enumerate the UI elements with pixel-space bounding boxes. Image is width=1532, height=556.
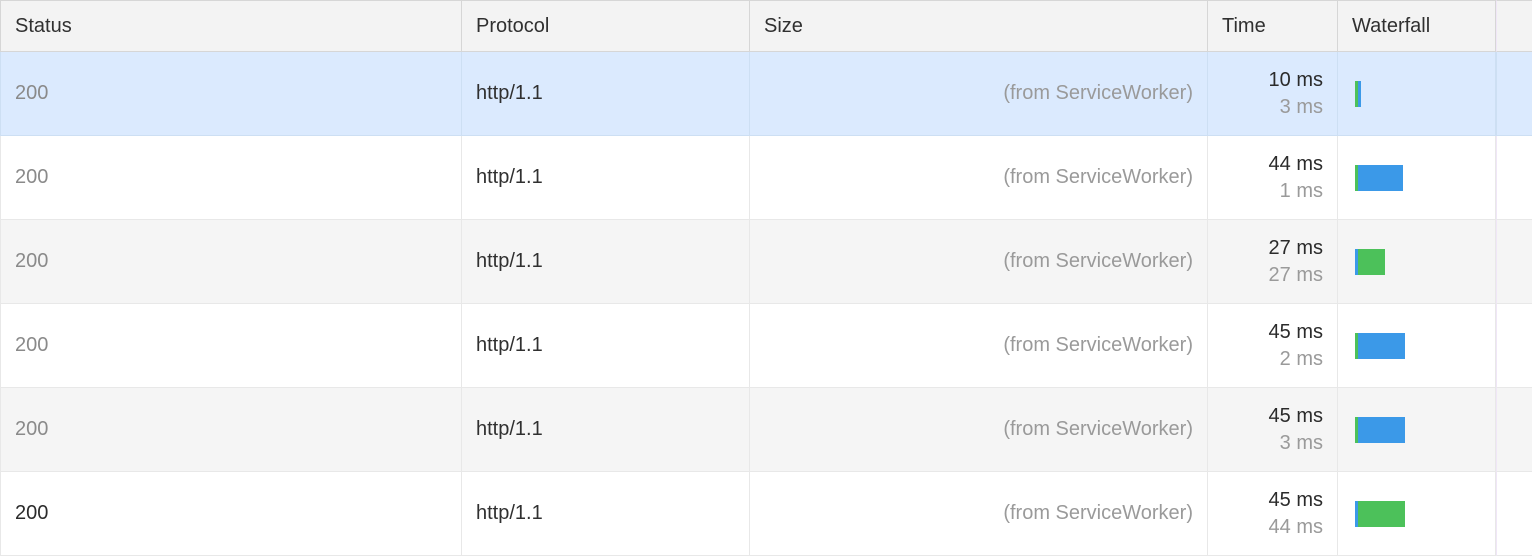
waterfall-bar	[1355, 501, 1405, 527]
cell-status: 200	[0, 472, 462, 556]
cell-time: 45 ms44 ms	[1208, 472, 1338, 556]
table-row[interactable]: 200 http/1.1 (from ServiceWorker) 27 ms27 m…	[0, 220, 1532, 304]
time-latency: 44 ms	[1269, 514, 1323, 541]
time-total: 45 ms	[1269, 487, 1323, 514]
waterfall-track	[1352, 304, 1481, 387]
time-stack: 45 ms3 ms	[1269, 403, 1323, 457]
cell-size: (from ServiceWorker)	[750, 304, 1208, 388]
size-value: (from ServiceWorker)	[1003, 82, 1193, 105]
cell-tail	[1496, 304, 1532, 388]
cell-tail	[1496, 388, 1532, 472]
cell-tail	[1496, 220, 1532, 304]
cell-protocol: http/1.1	[462, 472, 750, 556]
protocol-value: http/1.1	[476, 502, 543, 525]
waterfall-bar	[1355, 165, 1403, 191]
status-value: 200	[15, 502, 48, 525]
cell-waterfall	[1338, 220, 1496, 304]
cell-protocol: http/1.1	[462, 388, 750, 472]
cell-waterfall	[1338, 472, 1496, 556]
table-row[interactable]: 200 http/1.1 (from ServiceWorker) 10 ms3 ms	[0, 52, 1532, 136]
cell-tail	[1496, 52, 1532, 136]
column-header-size[interactable]: Size	[750, 0, 1208, 52]
cell-status: 200	[0, 136, 462, 220]
column-header-protocol[interactable]: Protocol	[462, 0, 750, 52]
waterfall-track	[1352, 388, 1481, 471]
cell-size: (from ServiceWorker)	[750, 472, 1208, 556]
time-stack: 45 ms44 ms	[1269, 487, 1323, 541]
size-value: (from ServiceWorker)	[1003, 166, 1193, 189]
waterfall-track	[1352, 52, 1481, 135]
cell-time: 45 ms2 ms	[1208, 304, 1338, 388]
protocol-value: http/1.1	[476, 418, 543, 441]
time-total: 10 ms	[1269, 67, 1323, 94]
cell-status: 200	[0, 220, 462, 304]
status-value: 200	[15, 334, 48, 357]
time-stack: 44 ms1 ms	[1269, 151, 1323, 205]
waterfall-bar	[1355, 81, 1361, 107]
table-row[interactable]: 200 http/1.1 (from ServiceWorker) 45 ms2 ms	[0, 304, 1532, 388]
cell-tail	[1496, 472, 1532, 556]
waterfall-bar	[1355, 417, 1405, 443]
time-stack: 27 ms27 ms	[1269, 235, 1323, 289]
status-value: 200	[15, 166, 48, 189]
cell-waterfall	[1338, 52, 1496, 136]
time-latency: 3 ms	[1280, 430, 1323, 457]
time-total: 45 ms	[1269, 403, 1323, 430]
protocol-value: http/1.1	[476, 334, 543, 357]
cell-status: 200	[0, 304, 462, 388]
network-table: Status Protocol Size Time Waterfall 200 h…	[0, 0, 1532, 556]
table-row[interactable]: 200 http/1.1 (from ServiceWorker) 45 ms44 m…	[0, 472, 1532, 556]
time-latency: 3 ms	[1280, 94, 1323, 121]
cell-time: 27 ms27 ms	[1208, 220, 1338, 304]
cell-time: 45 ms3 ms	[1208, 388, 1338, 472]
cell-protocol: http/1.1	[462, 220, 750, 304]
protocol-value: http/1.1	[476, 166, 543, 189]
protocol-value: http/1.1	[476, 82, 543, 105]
cell-waterfall	[1338, 304, 1496, 388]
time-latency: 27 ms	[1269, 262, 1323, 289]
cell-size: (from ServiceWorker)	[750, 136, 1208, 220]
cell-status: 200	[0, 388, 462, 472]
cell-waterfall	[1338, 136, 1496, 220]
column-header-waterfall[interactable]: Waterfall	[1338, 0, 1496, 52]
size-value: (from ServiceWorker)	[1003, 334, 1193, 357]
cell-protocol: http/1.1	[462, 52, 750, 136]
status-value: 200	[15, 250, 48, 273]
waterfall-track	[1352, 136, 1481, 219]
column-header-tail	[1496, 0, 1532, 52]
time-stack: 45 ms2 ms	[1269, 319, 1323, 373]
waterfall-track	[1352, 220, 1481, 303]
waterfall-track	[1352, 472, 1481, 555]
cell-waterfall	[1338, 388, 1496, 472]
table-row[interactable]: 200 http/1.1 (from ServiceWorker) 44 ms1 ms	[0, 136, 1532, 220]
waterfall-bar	[1355, 249, 1385, 275]
time-total: 27 ms	[1269, 235, 1323, 262]
cell-time: 44 ms1 ms	[1208, 136, 1338, 220]
cell-status: 200	[0, 52, 462, 136]
cell-tail	[1496, 136, 1532, 220]
protocol-value: http/1.1	[476, 250, 543, 273]
status-value: 200	[15, 418, 48, 441]
size-value: (from ServiceWorker)	[1003, 250, 1193, 273]
time-total: 44 ms	[1269, 151, 1323, 178]
time-total: 45 ms	[1269, 319, 1323, 346]
column-header-time[interactable]: Time	[1208, 0, 1338, 52]
time-latency: 1 ms	[1280, 178, 1323, 205]
cell-protocol: http/1.1	[462, 304, 750, 388]
table-header-row: Status Protocol Size Time Waterfall	[0, 0, 1532, 52]
status-value: 200	[15, 82, 48, 105]
waterfall-bar	[1355, 333, 1405, 359]
table-row[interactable]: 200 http/1.1 (from ServiceWorker) 45 ms3 ms	[0, 388, 1532, 472]
cell-size: (from ServiceWorker)	[750, 388, 1208, 472]
cell-size: (from ServiceWorker)	[750, 52, 1208, 136]
time-stack: 10 ms3 ms	[1269, 67, 1323, 121]
column-header-status[interactable]: Status	[0, 0, 462, 52]
time-latency: 2 ms	[1280, 346, 1323, 373]
size-value: (from ServiceWorker)	[1003, 418, 1193, 441]
cell-size: (from ServiceWorker)	[750, 220, 1208, 304]
cell-time: 10 ms3 ms	[1208, 52, 1338, 136]
cell-protocol: http/1.1	[462, 136, 750, 220]
size-value: (from ServiceWorker)	[1003, 502, 1193, 525]
